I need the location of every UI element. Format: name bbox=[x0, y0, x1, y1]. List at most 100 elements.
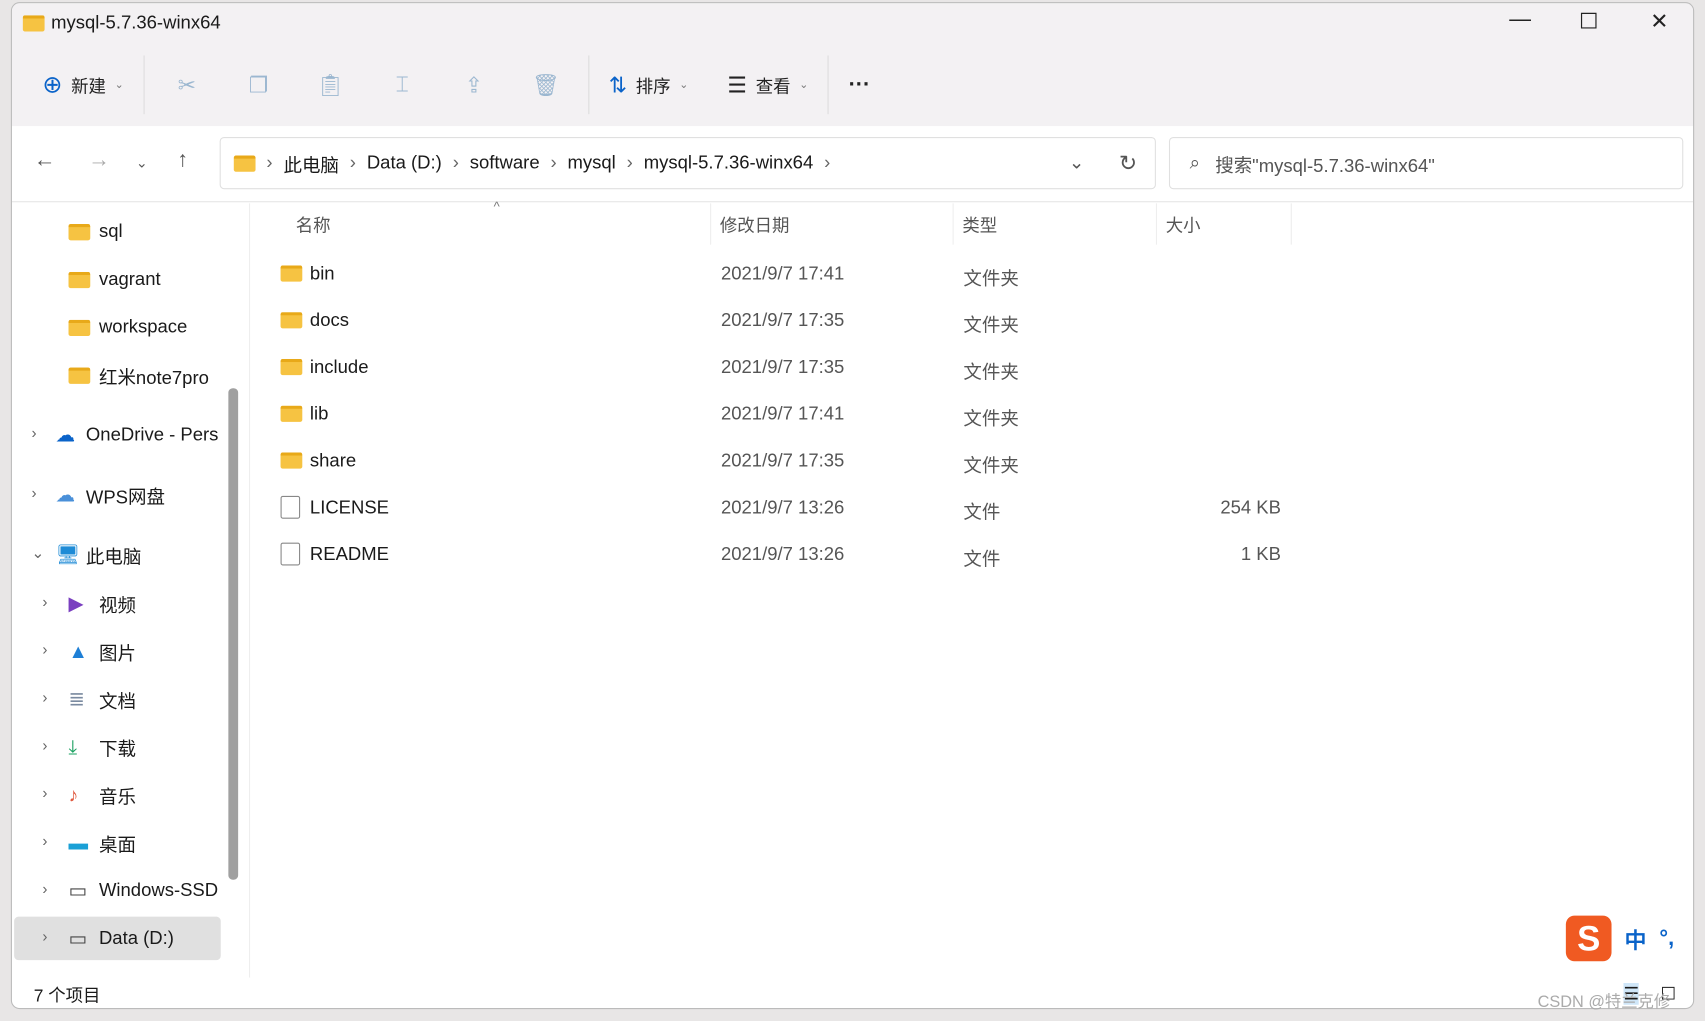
sidebar-item[interactable]: ▭ Windows-SSD bbox=[69, 869, 230, 912]
scrollbar[interactable] bbox=[228, 388, 239, 880]
chevron-right-icon[interactable]: › bbox=[32, 484, 37, 501]
rename-icon[interactable]: ⌶ bbox=[366, 63, 438, 106]
download-icon: ⤓ bbox=[68, 735, 78, 758]
column-header-type[interactable]: 类型 bbox=[954, 203, 1157, 245]
file-name: LICENSE bbox=[309, 496, 390, 518]
column-header-name[interactable]: 名称 bbox=[287, 203, 712, 245]
view-label: 查看 bbox=[755, 78, 791, 97]
picture-icon: ▲ bbox=[68, 639, 88, 662]
delete-icon[interactable]: 🗑︎ bbox=[510, 63, 582, 106]
sidebar-item[interactable]: workspace bbox=[68, 306, 230, 349]
window-title: mysql-5.7.36-winx64 bbox=[22, 12, 221, 34]
sidebar-item[interactable]: ▶ 视频 bbox=[69, 582, 230, 625]
chevron-right-icon: › bbox=[266, 152, 273, 173]
breadcrumb-item[interactable]: Data (D:) bbox=[367, 152, 442, 174]
sidebar-item[interactable]: ☁ OneDrive - Pers bbox=[55, 413, 229, 456]
sort-button[interactable]: ⇅ 排序 ⌄ bbox=[596, 63, 702, 106]
paste-icon[interactable]: 📋︎ bbox=[295, 63, 367, 106]
divider bbox=[827, 55, 829, 115]
drive-icon: ▭ bbox=[68, 879, 88, 901]
chevron-right-icon[interactable]: › bbox=[42, 593, 47, 610]
chevron-right-icon[interactable]: › bbox=[42, 736, 47, 753]
search-icon: ⌕ bbox=[1189, 152, 1200, 173]
search-input[interactable]: ⌕ 搜索"mysql-5.7.36-winx64" bbox=[1168, 137, 1684, 190]
folder-icon bbox=[280, 405, 303, 422]
video-icon: ▶ bbox=[68, 592, 84, 614]
ime-toolbar[interactable]: S 中 °, bbox=[1565, 915, 1674, 962]
sidebar-item[interactable]: 🖥︎ 此电脑 bbox=[55, 533, 229, 576]
address-bar[interactable]: › 此电脑 › Data (D:) › software › mysql › mysql… bbox=[219, 137, 1156, 190]
file-date: 2021/9/7 17:35 bbox=[720, 309, 845, 331]
view-button[interactable]: ☰ 查看 ⌄ bbox=[714, 63, 821, 106]
file-name: bin bbox=[309, 263, 335, 284]
file-size: 1 KB bbox=[1240, 543, 1281, 565]
chevron-right-icon[interactable]: › bbox=[42, 928, 47, 945]
chevron-right-icon[interactable]: › bbox=[42, 784, 47, 801]
sidebar-item[interactable]: ⤓ 下载 bbox=[69, 725, 230, 768]
column-header-size[interactable]: 大小 bbox=[1157, 203, 1292, 245]
chevron-right-icon[interactable]: › bbox=[32, 424, 37, 441]
close-button[interactable]: ✕ bbox=[1627, 8, 1692, 35]
share-icon[interactable]: ⇪ bbox=[438, 63, 510, 106]
file-type: 文件 bbox=[963, 549, 1001, 570]
file-type: 文件夹 bbox=[963, 268, 1019, 290]
sidebar-item[interactable]: ♪ 音乐 bbox=[69, 773, 230, 816]
sidebar-item-label: OneDrive - Pers bbox=[85, 424, 219, 445]
sidebar-item[interactable]: ☁ WPS网盘 bbox=[55, 473, 229, 516]
sidebar-item[interactable]: ▬ 桌面 bbox=[69, 821, 230, 864]
back-arrow-icon[interactable]: ← bbox=[34, 148, 56, 173]
chevron-right-icon[interactable]: › bbox=[42, 832, 47, 849]
navigation-bar: ← → ⌄ ↑ › 此电脑 › Data (D:) › software › mysq… bbox=[11, 126, 1694, 203]
divider bbox=[588, 55, 590, 115]
file-name: share bbox=[309, 450, 357, 471]
folder-icon bbox=[280, 452, 303, 469]
copy-icon[interactable]: ❐ bbox=[223, 63, 295, 106]
refresh-icon[interactable]: ↻ bbox=[1119, 150, 1137, 177]
file-row[interactable]: include 2021/9/7 17:35 文件夹 bbox=[272, 345, 1294, 392]
sidebar-item[interactable]: 红米note7pro bbox=[68, 353, 230, 396]
chevron-right-icon[interactable]: › bbox=[42, 640, 47, 657]
sort-label: 排序 bbox=[635, 78, 671, 97]
maximize-button[interactable]: ☐ bbox=[1556, 8, 1621, 35]
sidebar-item-label: Windows-SSD bbox=[98, 879, 219, 901]
chevron-right-icon[interactable]: › bbox=[42, 880, 47, 897]
up-arrow-icon[interactable]: ↑ bbox=[177, 148, 188, 173]
chevron-down-icon[interactable]: ⌄ bbox=[32, 544, 45, 562]
breadcrumb-item[interactable]: mysql bbox=[568, 152, 616, 174]
file-row[interactable]: README 2021/9/7 13:26 文件 1 KB bbox=[272, 532, 1294, 579]
new-button[interactable]: ⊕ 新建 ⌄ bbox=[12, 63, 137, 106]
ime-punctuation[interactable]: °, bbox=[1659, 926, 1674, 951]
file-type: 文件夹 bbox=[963, 408, 1019, 430]
chevron-right-icon[interactable]: › bbox=[42, 688, 47, 705]
list-icon: ☰ bbox=[727, 73, 747, 98]
cloud-icon: ☁ bbox=[55, 423, 76, 446]
breadcrumb-item[interactable]: mysql-5.7.36-winx64 bbox=[644, 152, 814, 174]
folder-icon bbox=[68, 366, 91, 384]
sidebar-item[interactable]: ≣ 文档 bbox=[69, 677, 230, 720]
breadcrumb-item[interactable]: 此电脑 bbox=[283, 150, 338, 177]
file-row[interactable]: lib 2021/9/7 17:41 文件夹 bbox=[272, 391, 1294, 438]
sidebar-item[interactable]: vagrant bbox=[68, 258, 230, 301]
breadcrumb-item[interactable]: software bbox=[470, 152, 540, 174]
more-button[interactable]: ··· bbox=[836, 63, 884, 106]
chevron-right-icon: › bbox=[452, 152, 459, 173]
file-row[interactable]: docs 2021/9/7 17:35 文件夹 bbox=[272, 298, 1294, 345]
file-date: 2021/9/7 13:26 bbox=[720, 496, 845, 518]
cut-icon[interactable]: ✂ bbox=[151, 63, 223, 106]
sidebar-item[interactable]: sql bbox=[68, 210, 230, 253]
chevron-right-icon: › bbox=[349, 152, 356, 173]
file-row[interactable]: bin 2021/9/7 17:41 文件夹 bbox=[272, 251, 1294, 298]
ime-mode[interactable]: 中 bbox=[1625, 923, 1647, 955]
file-row[interactable]: share 2021/9/7 17:35 文件夹 bbox=[272, 438, 1294, 485]
column-header-date[interactable]: 修改日期 bbox=[711, 203, 954, 245]
sidebar-item[interactable]: ▲ 图片 bbox=[69, 630, 230, 673]
file-row[interactable]: LICENSE 2021/9/7 13:26 文件 254 KB bbox=[272, 485, 1294, 532]
forward-arrow-icon[interactable]: → bbox=[88, 148, 110, 173]
address-dropdown-icon[interactable]: ⌄ bbox=[1069, 152, 1084, 174]
sidebar-item-label: Data (D:) bbox=[98, 927, 174, 949]
minimize-button[interactable]: — bbox=[1488, 8, 1553, 33]
file-date: 2021/9/7 17:35 bbox=[720, 356, 845, 378]
file-name: docs bbox=[309, 309, 349, 331]
sidebar-item-label: 文档 bbox=[98, 691, 136, 712]
recent-chevron-icon[interactable]: ⌄ bbox=[136, 154, 148, 171]
